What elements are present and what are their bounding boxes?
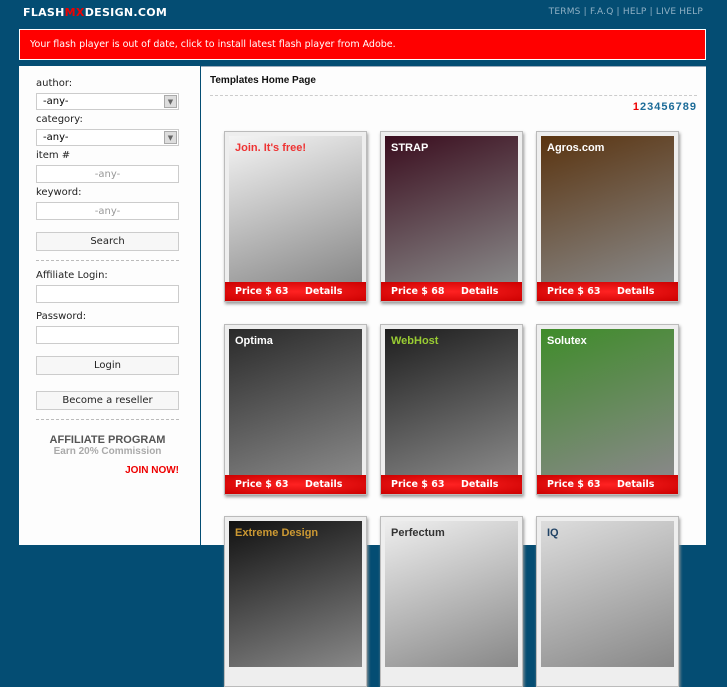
template-thumbnail[interactable]: STRAP (385, 136, 518, 282)
template-thumbnail[interactable]: Optima (229, 329, 362, 475)
terms-link[interactable]: TERMS (549, 7, 581, 17)
page-link[interactable]: 7 (676, 101, 683, 113)
password-input[interactable] (36, 326, 179, 344)
template-card[interactable]: STRAP Price $ 68 Details (380, 131, 523, 302)
template-card[interactable]: Extreme Design (224, 516, 367, 687)
author-value: -any- (43, 96, 69, 107)
item-input[interactable]: -any- (36, 165, 179, 183)
details-link[interactable]: Details (461, 479, 498, 490)
logo-text-mx: MX (64, 6, 85, 19)
template-thumbnail[interactable]: Join. It's free! (229, 136, 362, 282)
thumbnail-title: Extreme Design (235, 527, 319, 539)
price-bar: Price $ 63 Details (537, 475, 678, 494)
sidebar: author: -any- ▼ category: -any- ▼ item # -… (19, 66, 200, 545)
template-card[interactable]: Perfectum (380, 516, 523, 687)
live-help-link[interactable]: LIVE HELP (656, 7, 703, 17)
pagination: 123456789 (633, 101, 697, 113)
template-card[interactable]: Join. It's free! Price $ 63 Details (224, 131, 367, 302)
price: Price $ 63 (547, 286, 601, 297)
keyword-input[interactable]: -any- (36, 202, 179, 220)
thumbnail-title: IQ (547, 527, 559, 539)
thumbnail-title: WebHost (391, 335, 439, 347)
become-reseller-button[interactable]: Become a reseller (36, 391, 179, 410)
logo-text-domain: DESIGN.COM (84, 6, 168, 19)
template-card[interactable]: WebHost Price $ 63 Details (380, 324, 523, 495)
thumbnail-title: Join. It's free! (235, 142, 307, 154)
template-card[interactable]: Agros.com Price $ 63 Details (536, 131, 679, 302)
template-thumbnail[interactable]: Perfectum (385, 521, 518, 667)
divider (210, 95, 697, 96)
chevron-down-icon: ▼ (164, 131, 177, 144)
affiliate-title: AFFILIATE PROGRAM (49, 434, 166, 446)
affiliate-login-label: Affiliate Login: (36, 270, 108, 281)
category-select[interactable]: -any- ▼ (36, 129, 179, 146)
thumbnail-title: Optima (235, 335, 273, 347)
page-link[interactable]: 9 (690, 101, 697, 113)
price: Price $ 68 (391, 286, 445, 297)
template-thumbnail[interactable]: IQ (541, 521, 674, 667)
template-thumbnail[interactable]: WebHost (385, 329, 518, 475)
price-bar: Price $ 63 Details (381, 475, 522, 494)
category-label: category: (36, 114, 83, 125)
price-bar: Price $ 63 Details (537, 282, 678, 301)
page-link[interactable]: 6 (669, 101, 676, 113)
thumbnail-title: Solutex (547, 335, 587, 347)
site-logo[interactable]: FLASHMXDESIGN.COM (23, 6, 167, 19)
author-label: author: (36, 78, 73, 89)
thumbnail-title: STRAP (391, 142, 429, 154)
chevron-down-icon: ▼ (164, 95, 177, 108)
main-content: Templates Home Page 123456789 Join. It's… (201, 66, 706, 687)
page-link[interactable]: 8 (683, 101, 690, 113)
template-card[interactable]: IQ (536, 516, 679, 687)
price-bar: Price $ 63 Details (225, 282, 366, 301)
template-thumbnail[interactable]: Agros.com (541, 136, 674, 282)
affiliate-subtitle: Earn 20% Commission (53, 446, 162, 457)
details-link[interactable]: Details (305, 479, 342, 490)
divider (36, 260, 179, 261)
details-link[interactable]: Details (617, 286, 654, 297)
search-button[interactable]: Search (36, 232, 179, 251)
details-link[interactable]: Details (461, 286, 498, 297)
item-label: item # (36, 150, 71, 161)
page-link[interactable]: 1 (633, 101, 640, 113)
divider (36, 419, 179, 420)
login-button[interactable]: Login (36, 356, 179, 375)
template-thumbnail[interactable]: Extreme Design (229, 521, 362, 667)
top-links: TERMS | F.A.Q | HELP | LIVE HELP (548, 7, 703, 17)
page-link[interactable]: 5 (661, 101, 668, 113)
password-label: Password: (36, 311, 87, 322)
author-select[interactable]: -any- ▼ (36, 93, 179, 110)
affiliate-login-input[interactable] (36, 285, 179, 303)
price: Price $ 63 (547, 479, 601, 490)
template-card[interactable]: Optima Price $ 63 Details (224, 324, 367, 495)
faq-link[interactable]: F.A.Q (590, 7, 614, 17)
price: Price $ 63 (235, 286, 289, 297)
affiliate-program-ad[interactable]: AFFILIATE PROGRAM Earn 20% Commission JO… (36, 434, 179, 476)
thumbnail-title: Agros.com (547, 142, 605, 154)
help-link[interactable]: HELP (623, 7, 647, 17)
thumbnail-title: Perfectum (391, 527, 445, 539)
join-now-link[interactable]: JOIN NOW! (36, 465, 179, 476)
details-link[interactable]: Details (305, 286, 342, 297)
template-card[interactable]: Solutex Price $ 63 Details (536, 324, 679, 495)
logo-text: FLASH (23, 6, 65, 19)
price: Price $ 63 (235, 479, 289, 490)
flash-update-banner[interactable]: Your flash player is out of date, click … (19, 29, 706, 60)
price-bar: Price $ 68 Details (381, 282, 522, 301)
page-title: Templates Home Page (210, 75, 316, 86)
template-thumbnail[interactable]: Solutex (541, 329, 674, 475)
price-bar: Price $ 63 Details (225, 475, 366, 494)
keyword-label: keyword: (36, 187, 82, 198)
price: Price $ 63 (391, 479, 445, 490)
details-link[interactable]: Details (617, 479, 654, 490)
category-value: -any- (43, 132, 69, 143)
